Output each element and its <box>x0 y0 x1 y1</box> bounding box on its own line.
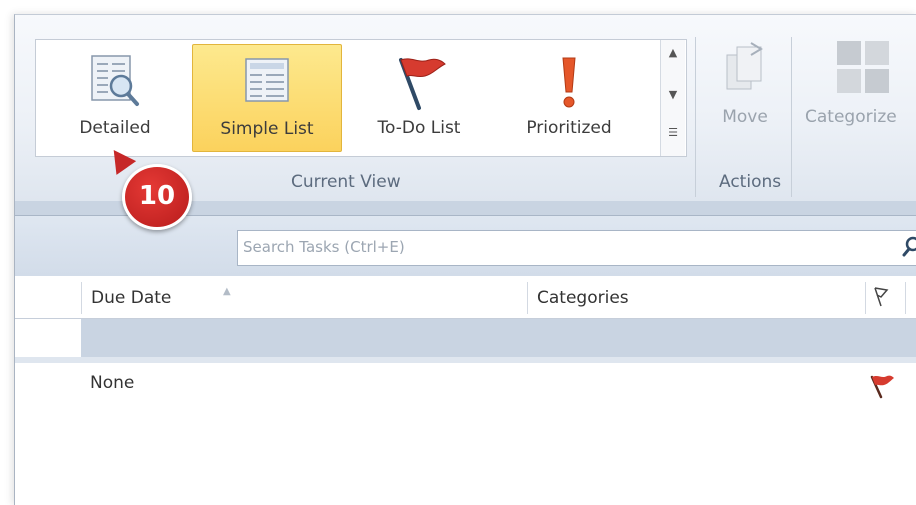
todo-flag-icon <box>389 54 449 117</box>
gallery-scroll[interactable]: ▲ ▼ ☰ <box>660 40 685 156</box>
view-detailed-button[interactable]: Detailed <box>40 44 190 152</box>
actions-group-label: Actions <box>719 172 782 192</box>
sort-ascending-icon: ▲ <box>223 286 231 297</box>
move-button[interactable]: Move <box>705 39 785 127</box>
group-separator <box>695 37 696 197</box>
table-row[interactable]: None <box>15 365 916 405</box>
red-flag-icon[interactable] <box>869 373 895 404</box>
column-divider <box>81 282 82 314</box>
scroll-down-icon[interactable]: ▼ <box>661 88 685 101</box>
gallery-more-icon[interactable]: ☰ <box>661 126 685 139</box>
new-task-row[interactable] <box>81 319 916 357</box>
search-tasks-input[interactable]: Search Tasks (Ctrl+E) <box>237 230 916 266</box>
categorize-button[interactable]: Categorize <box>805 39 916 127</box>
callout-badge: 10 <box>122 164 192 230</box>
column-categories[interactable]: Categories <box>537 278 629 318</box>
view-todo-list-button[interactable]: To-Do List <box>344 44 494 152</box>
search-icon[interactable] <box>902 236 916 263</box>
priority-exclamation-icon <box>554 54 584 117</box>
task-list-header: Due Date ▲ Categories <box>15 278 916 319</box>
view-todo-list-label: To-Do List <box>377 118 461 138</box>
due-date-cell: None <box>90 373 135 393</box>
search-placeholder: Search Tasks (Ctrl+E) <box>243 238 405 256</box>
view-prioritized-button[interactable]: Prioritized <box>494 44 644 152</box>
column-divider <box>905 282 906 314</box>
current-view-gallery: Detailed Simple List To-Do List Prioriti… <box>35 39 687 157</box>
simple-list-icon <box>240 55 294 114</box>
view-detailed-label: Detailed <box>79 118 151 138</box>
column-due-date[interactable]: Due Date <box>91 278 171 318</box>
outlook-window: Detailed Simple List To-Do List Prioriti… <box>14 14 916 505</box>
view-simple-list-button[interactable]: Simple List <box>192 44 342 152</box>
move-icon <box>705 39 785 107</box>
group-separator-band <box>15 357 916 363</box>
column-divider <box>527 282 528 314</box>
column-divider <box>865 282 866 314</box>
flag-column-icon[interactable] <box>873 286 889 313</box>
detailed-view-icon <box>88 54 142 113</box>
view-simple-list-label: Simple List <box>220 119 314 139</box>
categorize-icon <box>805 39 916 107</box>
view-prioritized-label: Prioritized <box>526 118 612 138</box>
scroll-up-icon[interactable]: ▲ <box>661 46 685 59</box>
categorize-label: Categorize <box>805 107 897 127</box>
group-separator <box>791 37 792 197</box>
move-label: Move <box>722 107 768 127</box>
current-view-group-label: Current View <box>291 172 401 192</box>
